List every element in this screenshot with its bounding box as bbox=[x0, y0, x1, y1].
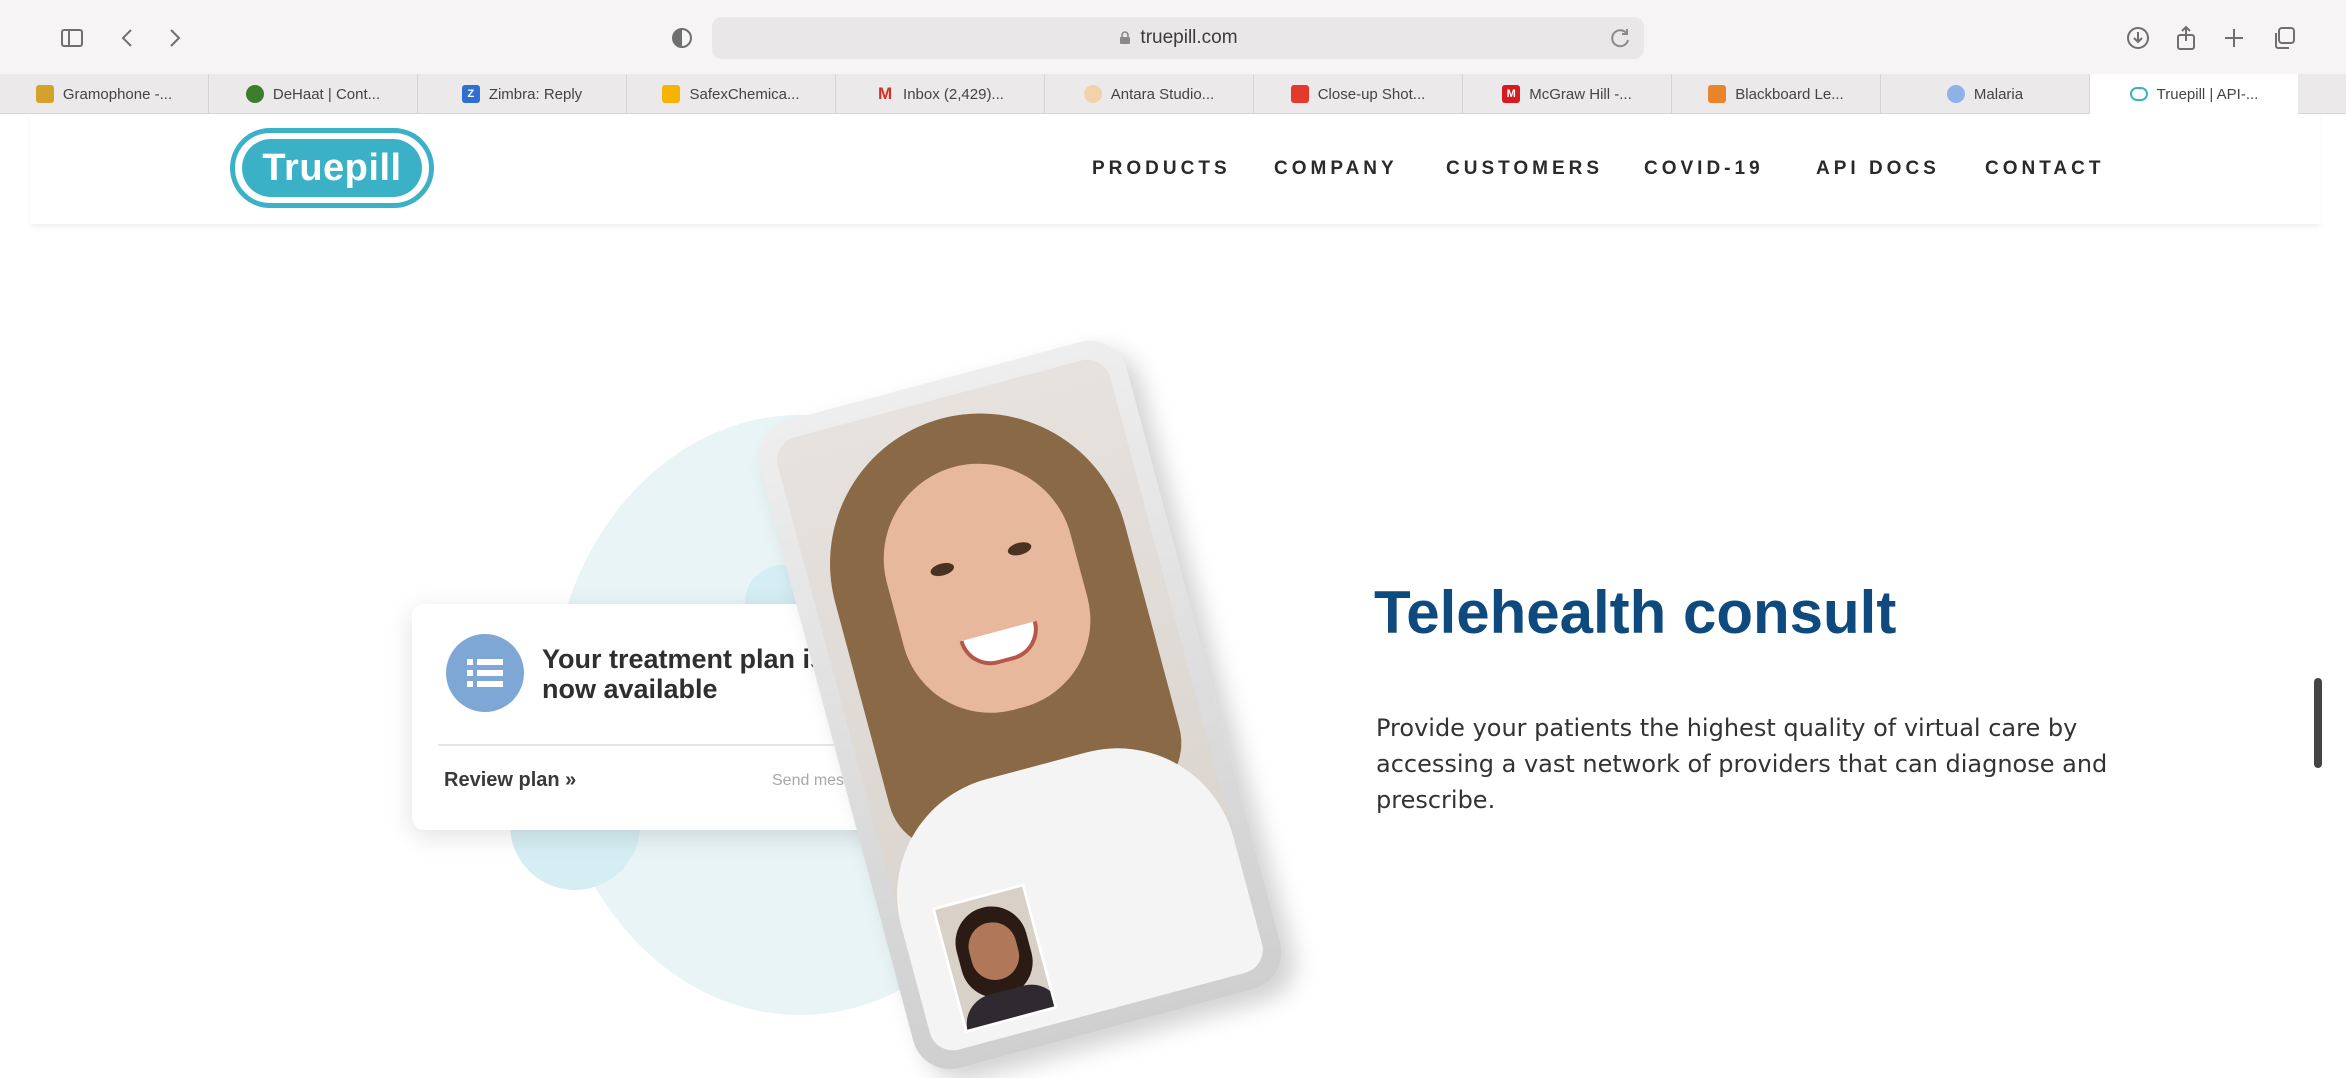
address-bar[interactable]: truepill.com bbox=[712, 17, 1644, 59]
closeup-favicon-icon bbox=[1290, 85, 1309, 103]
tab-safex[interactable]: SafexChemica... bbox=[627, 74, 836, 114]
reload-icon[interactable] bbox=[1608, 25, 1634, 51]
privacy-shield-icon[interactable] bbox=[666, 22, 698, 54]
zimbra-favicon-icon: Z bbox=[461, 85, 480, 103]
nav-covid-19[interactable]: COVID-19 bbox=[1644, 158, 1764, 180]
who-favicon-icon bbox=[1946, 85, 1965, 103]
nav-contact[interactable]: CONTACT bbox=[1985, 158, 2104, 180]
tab-label: Malaria bbox=[1973, 85, 2024, 103]
nav-customers[interactable]: CUSTOMERS bbox=[1446, 158, 1603, 180]
share-icon[interactable] bbox=[2170, 22, 2202, 54]
tab-label: Gramophone -... bbox=[62, 85, 173, 103]
gmail-favicon-icon: M bbox=[877, 84, 893, 103]
nav-products[interactable]: PRODUCTS bbox=[1092, 158, 1231, 180]
browser-toolbar: truepill.com bbox=[0, 0, 2346, 74]
truepill-logo[interactable]: Truepill bbox=[230, 128, 434, 208]
site-header: Truepill PRODUCTS COMPANY CUSTOMERS COVI… bbox=[30, 114, 2320, 224]
tab-label: DeHaat | Cont... bbox=[272, 85, 381, 103]
antara-favicon-icon bbox=[1083, 85, 1102, 103]
tab-mcgraw[interactable]: M McGraw Hill -... bbox=[1463, 74, 1672, 114]
forward-icon[interactable] bbox=[158, 22, 190, 54]
blackboard-favicon-icon bbox=[1708, 85, 1727, 103]
nav-api-docs[interactable]: API DOCS bbox=[1816, 158, 1940, 180]
tab-closeup[interactable]: Close-up Shot... bbox=[1254, 74, 1463, 114]
tab-antara[interactable]: Antara Studio... bbox=[1045, 74, 1254, 114]
logo-text: Truepill bbox=[242, 139, 422, 197]
sidebar-toggle-icon[interactable] bbox=[56, 22, 88, 54]
page-scrollbar[interactable] bbox=[2314, 678, 2322, 768]
back-icon[interactable] bbox=[112, 22, 144, 54]
tab-label: Blackboard Le... bbox=[1735, 85, 1844, 103]
tab-malaria[interactable]: Malaria bbox=[1881, 74, 2090, 114]
tab-overview-icon[interactable] bbox=[2268, 22, 2300, 54]
new-tab-icon[interactable] bbox=[2218, 22, 2250, 54]
nav-company[interactable]: COMPANY bbox=[1274, 158, 1398, 180]
tab-label: Close-up Shot... bbox=[1317, 85, 1426, 103]
tab-blackboard[interactable]: Blackboard Le... bbox=[1672, 74, 1881, 114]
tab-gramophone[interactable]: Gramophone -... bbox=[0, 74, 209, 114]
section-body: Provide your patients the highest qualit… bbox=[1376, 714, 2108, 814]
url-text: truepill.com bbox=[1140, 27, 1238, 48]
tab-dehaat[interactable]: DeHaat | Cont... bbox=[209, 74, 418, 114]
tab-bar: Gramophone -... DeHaat | Cont... Z Zimbra… bbox=[0, 74, 2346, 114]
truepill-favicon-icon bbox=[2129, 87, 2148, 101]
tab-label: Antara Studio... bbox=[1110, 85, 1215, 103]
list-icon bbox=[446, 634, 524, 712]
dehaat-favicon-icon bbox=[245, 85, 264, 103]
review-plan-link[interactable]: Review plan » bbox=[444, 769, 576, 792]
safex-favicon-icon bbox=[662, 85, 681, 103]
tab-gmail-inbox[interactable]: M Inbox (2,429)... bbox=[836, 74, 1045, 114]
tab-truepill[interactable]: Truepill | API-... bbox=[2090, 74, 2298, 114]
downloads-icon[interactable] bbox=[2122, 22, 2154, 54]
section-headline: Telehealth consult bbox=[1374, 579, 1897, 646]
tab-label: Truepill | API-... bbox=[2156, 85, 2259, 103]
tab-label: SafexChemica... bbox=[689, 85, 800, 103]
tab-label: Inbox (2,429)... bbox=[903, 85, 1004, 103]
lock-icon bbox=[1120, 31, 1131, 44]
tab-label: McGraw Hill -... bbox=[1529, 85, 1632, 103]
gramophone-favicon-icon bbox=[35, 85, 54, 103]
tab-label: Zimbra: Reply bbox=[488, 85, 583, 103]
tab-zimbra[interactable]: Z Zimbra: Reply bbox=[418, 74, 627, 114]
mcgraw-favicon-icon: M bbox=[1502, 85, 1521, 103]
